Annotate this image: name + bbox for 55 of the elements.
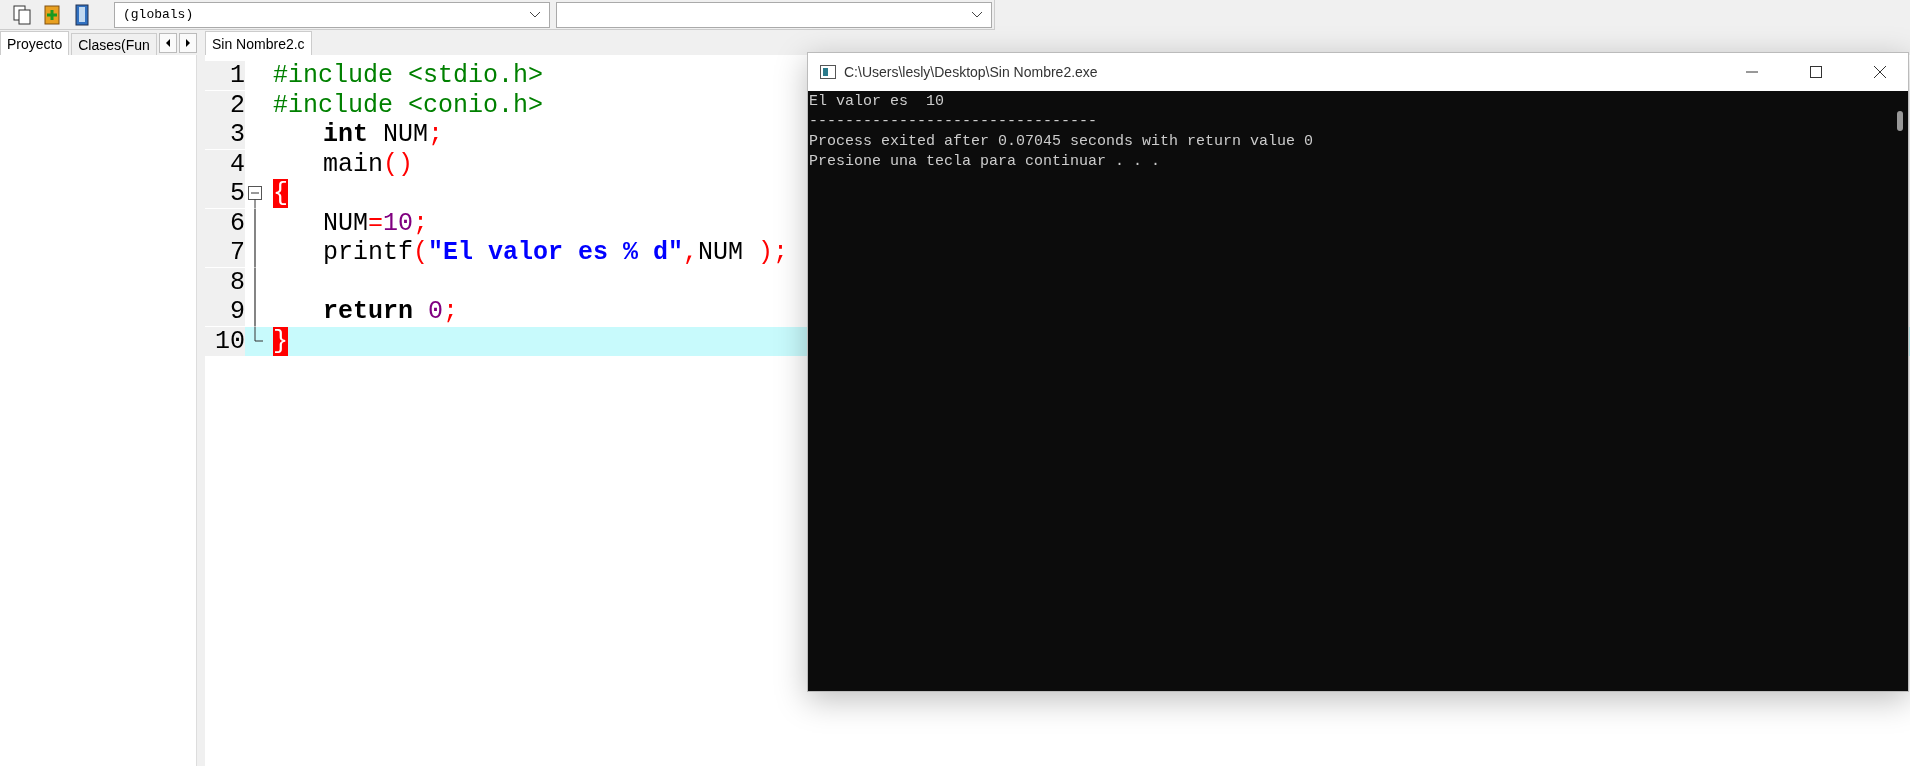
console-output-line: Process exited after 0.07045 seconds with return value 0: [809, 132, 1315, 152]
code-token: 0: [428, 297, 444, 327]
code-token: ;: [443, 297, 459, 327]
code-token: 10: [383, 208, 414, 238]
line-number: 10: [205, 326, 245, 356]
line-number: 7: [205, 238, 245, 268]
code-token: ,: [683, 238, 699, 268]
console-output-line: --------------------------------: [809, 112, 1099, 132]
code-token: (): [383, 149, 414, 179]
dropdown-field[interactable]: [556, 1, 992, 28]
window-title: C:\Users\lesly\Desktop\Sin Nombre2.exe: [844, 64, 1099, 80]
code-token: (: [413, 238, 429, 268]
code-token: "El valor es % d": [428, 238, 684, 268]
code-token: printf: [323, 238, 413, 268]
dropdown-value: (globals): [123, 7, 194, 22]
triangle-left-icon: [164, 38, 171, 47]
triangle-right-icon: [184, 38, 191, 47]
panel-tab[interactable]: Proyecto: [0, 31, 70, 55]
dropdown-field[interactable]: (globals): [114, 1, 550, 28]
minimize-icon: [1746, 71, 1758, 73]
scroll-left-button[interactable]: [158, 32, 177, 53]
scrollbar-thumb[interactable]: [1897, 111, 1903, 131]
code-token: NUM: [323, 208, 368, 238]
line-number: 5: [205, 179, 245, 209]
console-output-line: El valor es 10: [809, 92, 946, 112]
panel-tab[interactable]: Clases(Fun: [71, 33, 157, 55]
line-number: 9: [205, 297, 245, 327]
file-tab[interactable]: Sin Nombre2.c: [205, 31, 312, 55]
code-token: #include <stdio.h>: [273, 61, 544, 91]
console-output-line: Presione una tecla para continuar . . .: [809, 152, 1162, 172]
code-token: NUM: [698, 238, 745, 268]
code-token: #include <conio.h>: [273, 90, 544, 120]
code-token: ;: [413, 208, 429, 238]
code-editor[interactable]: [205, 55, 1910, 766]
console-app-icon: [820, 65, 836, 79]
line-number: 6: [205, 208, 245, 238]
code-token: );: [758, 238, 789, 268]
line-number: 4: [205, 149, 245, 179]
code-token: {: [273, 179, 288, 209]
line-number: 2: [205, 90, 245, 120]
code-token: ;: [428, 120, 444, 150]
line-number: 3: [205, 120, 245, 150]
scroll-right-button[interactable]: [178, 32, 197, 53]
code-token: NUM: [382, 120, 429, 150]
code-token: }: [273, 326, 288, 356]
chevron-down-icon: [971, 10, 983, 19]
code-token: main: [323, 149, 383, 179]
chevron-down-icon: [529, 10, 541, 19]
maximize-icon: [1810, 66, 1822, 78]
line-number: 1: [205, 61, 245, 91]
code-token: int: [323, 120, 368, 150]
line-number: 8: [205, 267, 245, 297]
close-icon: [1874, 66, 1886, 78]
code-token: return: [323, 297, 414, 327]
code-token: =: [368, 208, 384, 238]
